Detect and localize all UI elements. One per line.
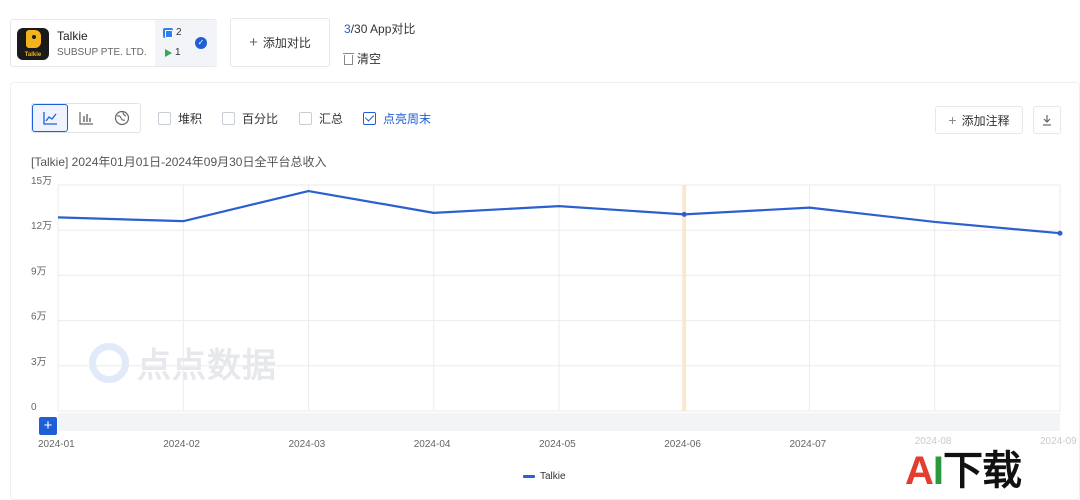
highlight-band (682, 185, 687, 411)
google-play-icon (165, 48, 172, 57)
x-tick-label: 2024-02 (163, 439, 200, 450)
app-name: Talkie (57, 29, 88, 43)
compare-count: 3/30 App对比 (344, 20, 415, 37)
clear-button[interactable]: 清空 (343, 50, 382, 67)
x-tick-label: 2024-07 (790, 439, 827, 450)
ios-count: 2 (176, 27, 182, 38)
y-tick-label: 9万 (31, 266, 47, 277)
y-tick-label: 3万 (31, 357, 47, 368)
app-card[interactable]: Talkie Talkie SUBSUP PTE. LTD. 2 1 ✓ (10, 19, 217, 67)
site-logo: AI下载 (905, 449, 1022, 493)
data-point (1057, 230, 1063, 236)
data-point (681, 211, 687, 217)
add-compare-label: 添加对比 (262, 36, 311, 50)
app-icon-text: Talkie (24, 52, 42, 58)
legend-label: Talkie (540, 471, 566, 482)
checked-icon[interactable]: ✓ (195, 37, 207, 49)
gp-store-row: 1 (163, 47, 181, 58)
store-counts: 2 1 ✓ (155, 20, 217, 66)
revenue-line-chart: 0 3万 6万 9万 12万 15万 2024-01 2024-02 2024-03 2024-0… (31, 176, 1077, 450)
plus-icon: + (249, 34, 258, 51)
clear-label: 清空 (357, 52, 382, 66)
x-tick-label: 2024-03 (289, 439, 326, 450)
compare-current: 3 (344, 22, 351, 36)
gp-count: 1 (175, 47, 181, 58)
ios-store-row: 2 (163, 27, 182, 38)
legend-swatch (523, 475, 535, 478)
x-tick-label: 2024-05 (539, 439, 576, 450)
compare-rest: /30 App对比 (350, 22, 416, 36)
app-store-icon (163, 27, 173, 38)
app-icon: Talkie (17, 28, 49, 60)
x-tick-label: 2024-09 (1040, 436, 1077, 447)
chart-legend[interactable]: Talkie (523, 471, 566, 482)
trash-icon (343, 52, 354, 65)
x-tick-label: 2024-01 (38, 439, 75, 450)
x-tick-label: 2024-06 (664, 439, 701, 450)
chart-panel: 堆积 百分比 汇总 点亮周末 + 添加注释 [Talkie] 2024年01月0… (10, 82, 1080, 500)
y-tick-label: 0 (31, 402, 37, 413)
y-tick-label: 6万 (31, 312, 47, 323)
range-slider-track (58, 413, 1060, 431)
app-developer: SUBSUP PTE. LTD. (57, 47, 147, 58)
x-tick-label: 2024-08 (915, 436, 952, 447)
y-tick-label: 15万 (31, 176, 52, 187)
zoom-button[interactable]: + (39, 417, 57, 435)
y-tick-label: 12万 (31, 221, 52, 232)
add-compare-button[interactable]: + 添加对比 (230, 18, 330, 67)
x-tick-label: 2024-04 (414, 439, 451, 450)
